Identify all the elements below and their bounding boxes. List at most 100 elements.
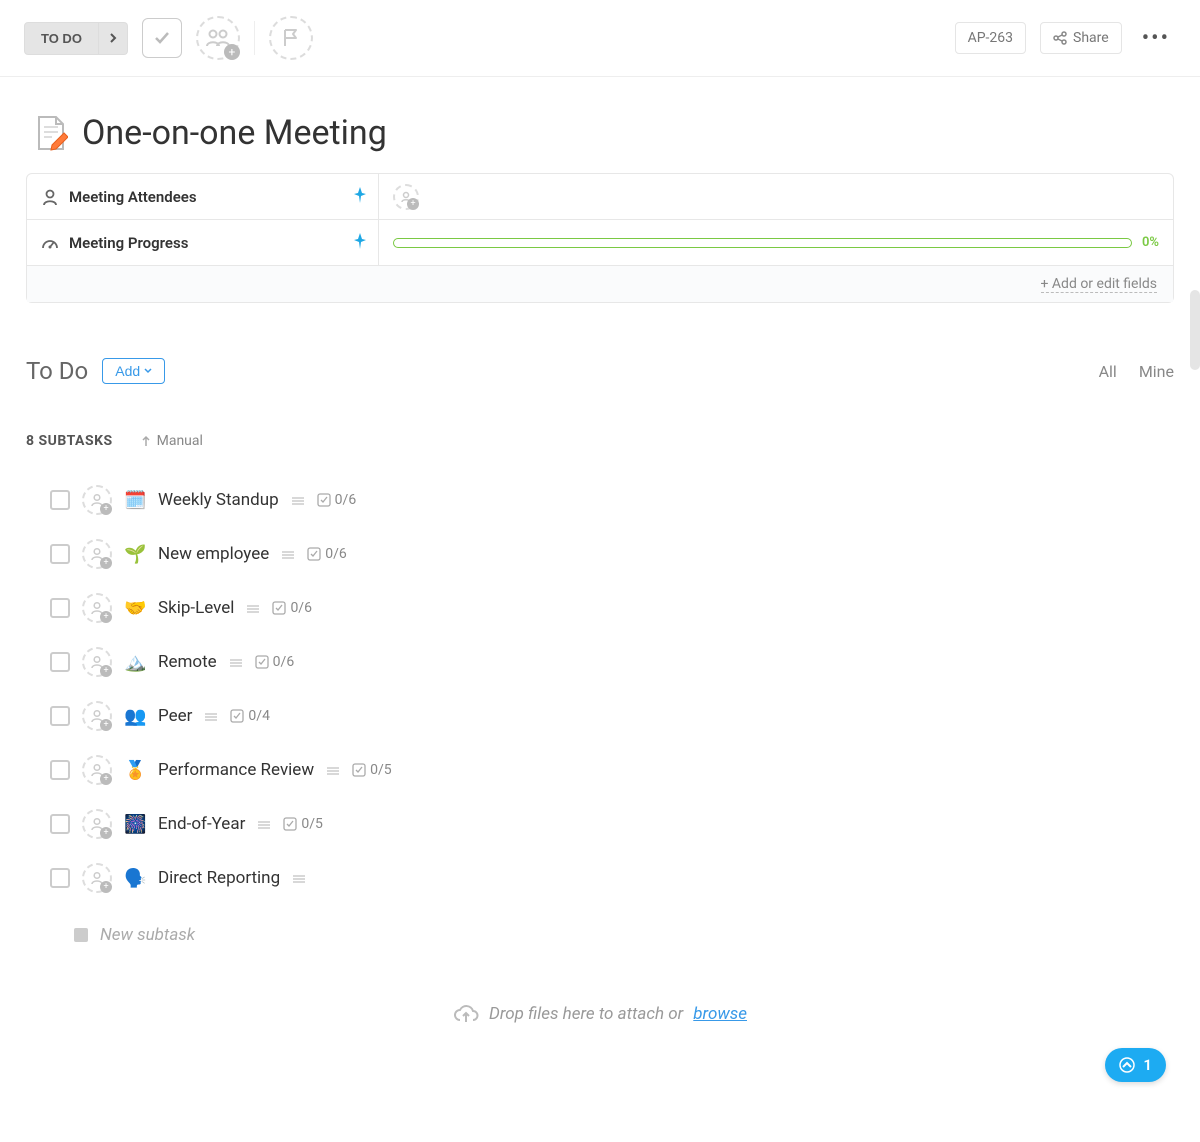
subtask-assignee[interactable]: + <box>82 485 112 515</box>
scrollbar[interactable] <box>1190 290 1200 370</box>
subtask-checklist-count[interactable]: 0/5 <box>283 816 323 832</box>
subtask-assignee[interactable]: + <box>82 647 112 677</box>
subtask-assignee[interactable]: + <box>82 593 112 623</box>
document-edit-icon <box>34 115 68 151</box>
share-label: Share <box>1073 30 1109 46</box>
count-text: 0/6 <box>273 654 295 670</box>
drag-handle-icon[interactable] <box>326 761 340 780</box>
subtask-row[interactable]: + 🗓️ Weekly Standup 0/6 <box>50 473 1174 527</box>
task-id-chip[interactable]: AP-263 <box>955 22 1026 54</box>
count-text: 0/6 <box>290 600 312 616</box>
count-text: 0/5 <box>370 762 392 778</box>
drag-handle-icon[interactable] <box>291 491 305 510</box>
subtask-checklist-count[interactable]: 0/6 <box>255 654 295 670</box>
subtask-checklist-count[interactable]: 0/5 <box>352 762 392 778</box>
subtask-checkbox[interactable] <box>50 706 70 726</box>
subtask-row[interactable]: + 🌱 New employee 0/6 <box>50 527 1174 581</box>
sort-mode-button[interactable]: Manual <box>141 433 203 449</box>
checklist-icon <box>283 817 297 831</box>
title-row: One-on-one Meeting <box>0 77 1200 173</box>
plus-badge-icon: + <box>100 881 112 893</box>
subtask-assignee[interactable]: + <box>82 755 112 785</box>
add-label: Add <box>115 363 140 379</box>
section-header: To Do Add All Mine <box>0 303 1200 393</box>
subtask-row[interactable]: +👥Peer0/4 <box>50 689 1174 743</box>
subtask-row[interactable]: + 🏅 Performance Review 0/5 <box>50 743 1174 797</box>
add-edit-fields-link[interactable]: + Add or edit fields <box>1041 276 1158 293</box>
subtask-checklist-count[interactable]: 0/6 <box>307 546 347 562</box>
complete-task-button[interactable] <box>142 18 182 58</box>
subtask-checklist-count[interactable]: 0/4 <box>230 708 270 724</box>
plus-badge-icon: + <box>100 827 112 839</box>
subtask-checkbox[interactable] <box>50 544 70 564</box>
subtask-assignee[interactable]: + <box>82 701 112 731</box>
drag-handle-icon[interactable] <box>292 869 306 888</box>
count-text: 0/5 <box>301 816 323 832</box>
plus-badge-icon: + <box>100 557 112 569</box>
subtask-checkbox[interactable] <box>50 598 70 618</box>
add-attendee-button[interactable]: + <box>393 184 419 210</box>
subtask-emoji: 🗓️ <box>124 490 146 511</box>
subtask-row[interactable]: +🎆End-of-Year0/5 <box>50 797 1174 851</box>
field-value-attendees[interactable]: + <box>379 174 1173 219</box>
subtask-assignee[interactable]: + <box>82 809 112 839</box>
plus-badge-icon: + <box>100 773 112 785</box>
subtask-emoji: 🌱 <box>124 544 146 565</box>
drag-handle-icon[interactable] <box>257 815 271 834</box>
subtask-name[interactable]: End-of-Year <box>158 814 245 834</box>
subtask-checkbox[interactable] <box>50 868 70 888</box>
share-icon <box>1053 31 1067 45</box>
status-group: TO DO <box>24 22 128 55</box>
subtask-name[interactable]: New employee <box>158 544 269 564</box>
drag-handle-icon[interactable] <box>229 653 243 672</box>
share-button[interactable]: Share <box>1040 22 1122 54</box>
subtask-checkbox[interactable] <box>50 652 70 672</box>
subtask-emoji: 🏔️ <box>124 652 146 673</box>
more-menu-button[interactable]: ••• <box>1136 26 1176 51</box>
filter-all[interactable]: All <box>1099 362 1117 381</box>
subtask-name[interactable]: Performance Review <box>158 760 314 780</box>
browse-link[interactable]: browse <box>693 1004 747 1024</box>
drag-handle-icon[interactable] <box>204 707 218 726</box>
topbar: TO DO + AP-263 Share ••• <box>0 0 1200 77</box>
drag-handle-icon[interactable] <box>246 599 260 618</box>
subtask-name[interactable]: Skip-Level <box>158 598 234 618</box>
page-title[interactable]: One-on-one Meeting <box>82 113 387 153</box>
add-subtask-button[interactable]: Add <box>102 358 165 384</box>
new-subtask-row[interactable]: New subtask <box>50 905 1174 945</box>
new-subtask-icon <box>74 928 88 942</box>
status-button[interactable]: TO DO <box>24 22 99 55</box>
plus-badge-icon: + <box>224 44 240 60</box>
set-priority-button[interactable] <box>269 16 313 60</box>
subtask-row[interactable]: + 🤝 Skip-Level 0/6 <box>50 581 1174 635</box>
status-dropdown-caret[interactable] <box>99 22 128 55</box>
drop-area[interactable]: Drop files here to attach or browse <box>0 985 1200 1055</box>
count-text: 0/4 <box>248 708 270 724</box>
progress-bar[interactable] <box>393 238 1132 248</box>
pin-icon[interactable] <box>354 233 366 253</box>
fab-count: 1 <box>1143 1056 1152 1074</box>
subtask-assignee[interactable]: + <box>82 863 112 893</box>
drag-handle-icon[interactable] <box>281 545 295 564</box>
subtask-checkbox[interactable] <box>50 760 70 780</box>
subtask-name[interactable]: Peer <box>158 706 192 726</box>
clip-fab[interactable]: 1 <box>1105 1048 1166 1082</box>
subtask-name[interactable]: Weekly Standup <box>158 490 279 510</box>
field-value-progress[interactable]: 0% <box>379 220 1173 265</box>
filter-mine[interactable]: Mine <box>1139 362 1174 381</box>
subtask-name[interactable]: Remote <box>158 652 217 672</box>
subtask-row[interactable]: + 🏔️ Remote 0/6 <box>50 635 1174 689</box>
subtask-emoji: 🤝 <box>124 598 146 619</box>
subtask-assignee[interactable]: + <box>82 539 112 569</box>
subtask-checkbox[interactable] <box>50 490 70 510</box>
checklist-icon <box>230 709 244 723</box>
filter-tabs: All Mine <box>1099 362 1174 381</box>
pin-icon[interactable] <box>354 187 366 207</box>
add-assignees-button[interactable]: + <box>196 16 240 60</box>
subtask-checkbox[interactable] <box>50 814 70 834</box>
subtask-emoji: 🏅 <box>124 760 146 781</box>
subtask-row[interactable]: +🗣️Direct Reporting <box>50 851 1174 905</box>
subtask-name[interactable]: Direct Reporting <box>158 868 280 888</box>
subtask-checklist-count[interactable]: 0/6 <box>272 600 312 616</box>
subtask-checklist-count[interactable]: 0/6 <box>317 492 357 508</box>
